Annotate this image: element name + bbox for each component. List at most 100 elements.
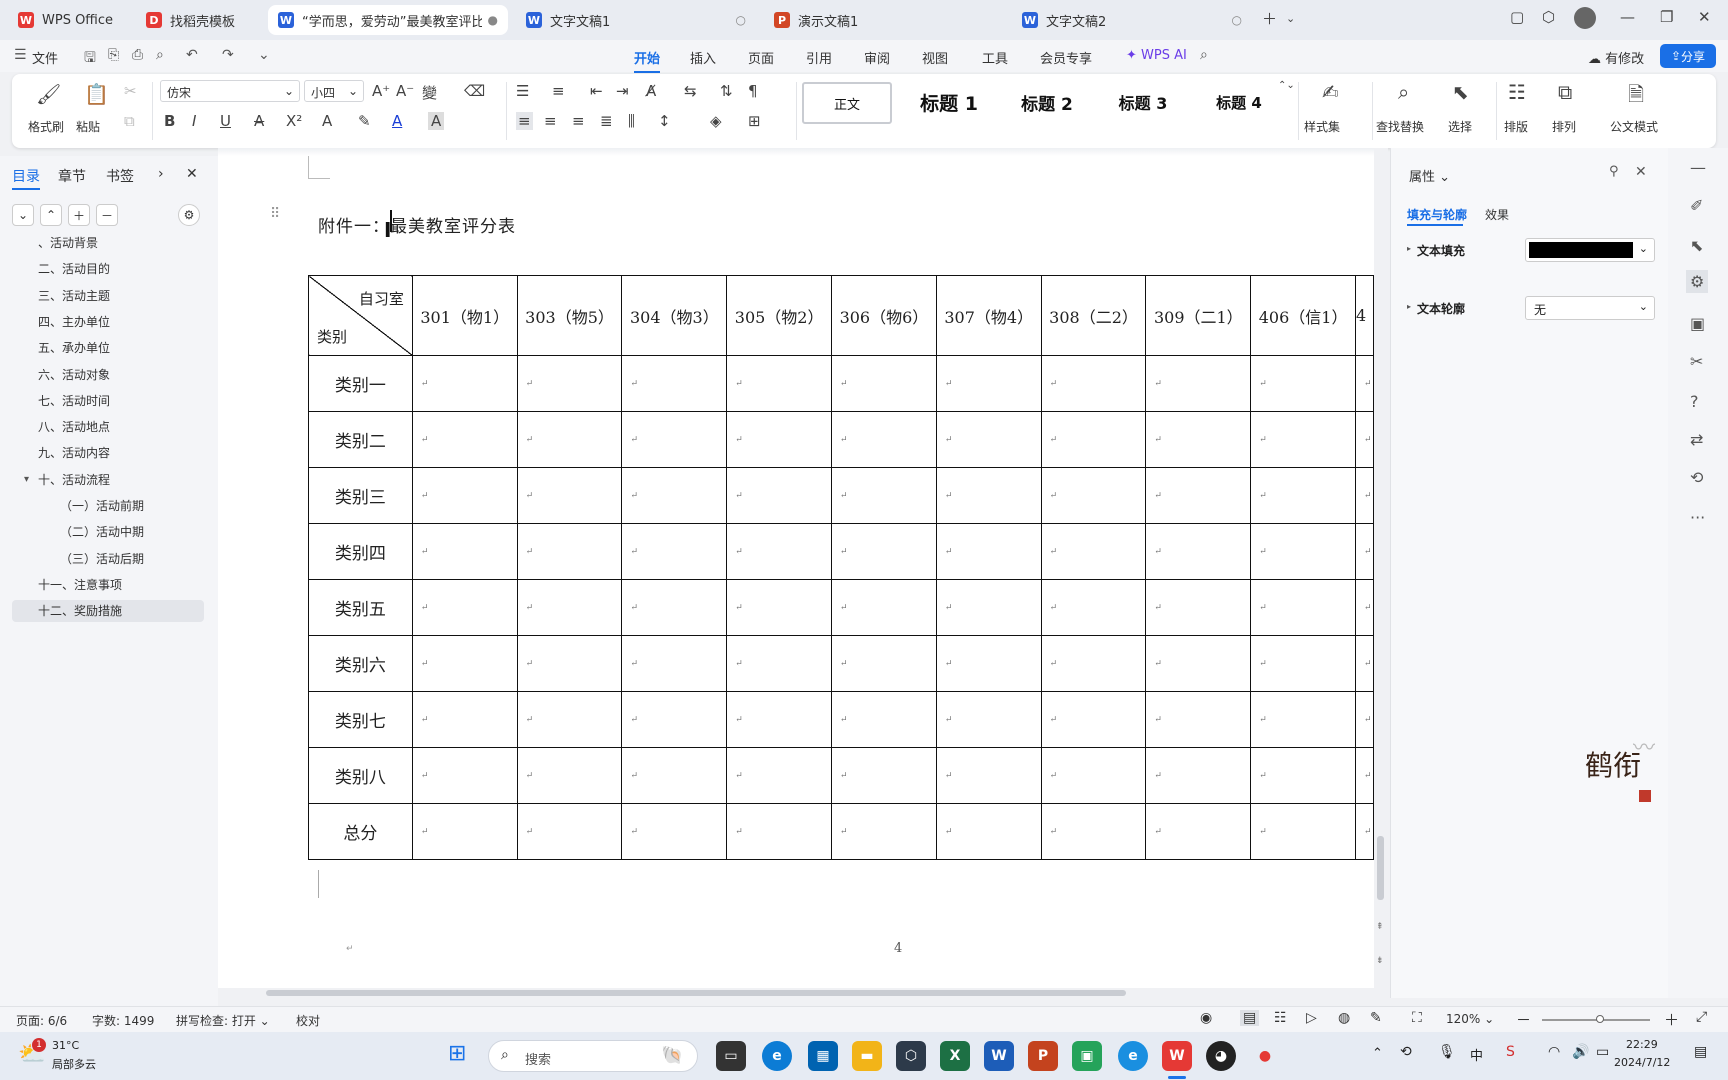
score-cell[interactable]: ↵: [621, 355, 728, 412]
row-header[interactable]: 类别三: [308, 467, 413, 524]
score-cell[interactable]: ↵: [1145, 803, 1252, 860]
score-cell[interactable]: ↵: [411, 523, 518, 580]
italic-icon[interactable]: I: [192, 112, 196, 130]
search-icon[interactable]: ⌕: [1200, 47, 1208, 63]
score-cell[interactable]: ↵: [1040, 691, 1147, 748]
superscript-icon[interactable]: X²: [286, 112, 302, 130]
score-cell[interactable]: ↵: [1040, 803, 1147, 860]
zoom-in-icon[interactable]: ＋: [1664, 1009, 1679, 1030]
score-cell[interactable]: ↵: [1250, 523, 1357, 580]
score-cell[interactable]: ↵: [411, 635, 518, 692]
text-direction-icon[interactable]: ⇆: [684, 82, 697, 100]
zoom-slider-thumb[interactable]: [1596, 1015, 1604, 1023]
tab-presentation-1[interactable]: P 演示文稿1: [764, 5, 1004, 35]
style-heading-3[interactable]: 标题 3: [1098, 80, 1188, 124]
proofread-button[interactable]: 校对: [296, 1012, 320, 1029]
score-cell[interactable]: ↵: [935, 579, 1042, 636]
score-cell[interactable]: ↵: [516, 579, 623, 636]
layout-icon[interactable]: ☷: [1508, 80, 1526, 104]
add-heading-button[interactable]: ＋: [68, 204, 90, 226]
increase-font-icon[interactable]: A⁺: [372, 82, 390, 100]
score-cell[interactable]: ↵: [1250, 355, 1357, 412]
layout-button[interactable]: 排版: [1504, 118, 1528, 135]
score-cell[interactable]: ↵: [831, 691, 937, 748]
task-view-icon[interactable]: ▭: [716, 1041, 746, 1071]
row-header[interactable]: 类别四: [308, 523, 413, 580]
score-cell[interactable]: ↵: [411, 467, 518, 524]
spell-check-toggle[interactable]: 拼写检查: 打开 ⌄: [176, 1012, 270, 1029]
score-cell[interactable]: ↵: [831, 467, 937, 524]
column-header[interactable]: 307（物4）: [935, 275, 1042, 356]
column-header[interactable]: 406（信1）: [1250, 275, 1357, 356]
menu-insert[interactable]: 插入: [690, 48, 716, 67]
ime-indicator[interactable]: 中: [1470, 1045, 1483, 1064]
export-icon[interactable]: ⎘: [108, 47, 119, 63]
find-icon[interactable]: ⌕: [1398, 80, 1409, 104]
font-size-select[interactable]: 小四 ⌄: [304, 80, 364, 102]
style-set-button[interactable]: 样式集: [1304, 118, 1340, 135]
score-cell[interactable]: ↵: [411, 691, 518, 748]
score-cell[interactable]: ↵: [621, 411, 728, 468]
menu-review[interactable]: 审阅: [864, 48, 890, 67]
char-shading-icon[interactable]: A: [428, 112, 445, 130]
score-cell[interactable]: ↵: [726, 747, 833, 804]
zoom-select[interactable]: 120% ⌄: [1446, 1012, 1494, 1026]
score-cell[interactable]: ↵: [935, 803, 1042, 860]
score-cell[interactable]: ↵: [1040, 579, 1147, 636]
drag-handle-icon[interactable]: ⠿: [270, 206, 280, 222]
nav-tab-bookmarks[interactable]: 书签: [106, 166, 134, 186]
clock-time[interactable]: 22:29: [1626, 1038, 1658, 1051]
row-header[interactable]: 类别七: [308, 691, 413, 748]
font-color-icon[interactable]: A: [392, 112, 402, 130]
nav-tab-chapters[interactable]: 章节: [58, 166, 86, 186]
strikethrough-icon[interactable]: A: [254, 112, 264, 130]
official-doc-button[interactable]: 公文模式: [1610, 118, 1658, 135]
wps-ai-button[interactable]: ✦ WPS AI: [1126, 48, 1187, 63]
tab-current-document[interactable]: W “学而思，爱劳动”最美教室评比 ●: [268, 5, 508, 35]
score-cell[interactable]: ↵: [935, 635, 1042, 692]
eye-icon[interactable]: ◉: [1200, 1010, 1212, 1026]
web-view-icon[interactable]: ◍: [1338, 1010, 1350, 1026]
score-cell[interactable]: ↵: [621, 467, 728, 524]
toc-item[interactable]: ▾ 十、活动流程: [12, 469, 204, 491]
toc-item[interactable]: 五、承办单位: [12, 337, 204, 359]
vertical-scrollbar[interactable]: ⇞ ⇟: [1374, 148, 1388, 988]
score-cell[interactable]: ↵: [1250, 803, 1357, 860]
pen-mode-icon[interactable]: ✎: [1370, 1010, 1382, 1026]
green-app-icon[interactable]: ▣: [1072, 1041, 1102, 1071]
score-cell[interactable]: ↵: [935, 467, 1042, 524]
cursor-icon[interactable]: ⬉: [1690, 236, 1703, 255]
score-cell[interactable]: ↵: [1145, 523, 1252, 580]
microphone-icon[interactable]: 🎙: [1438, 1044, 1456, 1060]
score-cell[interactable]: ↵: [1145, 355, 1252, 412]
attachment-heading[interactable]: 附件一：最美教室评分表: [318, 212, 516, 237]
menu-page[interactable]: 页面: [748, 48, 774, 67]
word-icon[interactable]: W: [984, 1041, 1014, 1071]
document-area[interactable]: ⠿ 附件一：最美教室评分表 I 自习室 类别 301（物1） 303（物5） 304（物…: [218, 148, 1374, 998]
score-cell[interactable]: ↵: [935, 411, 1042, 468]
input-method-icon[interactable]: S: [1506, 1044, 1515, 1060]
outline-view-icon[interactable]: ☷: [1274, 1010, 1287, 1026]
score-cell[interactable]: ↵: [1355, 467, 1374, 524]
minimize-icon[interactable]: —: [1620, 8, 1635, 26]
window-layout-icon[interactable]: ▢: [1510, 8, 1524, 26]
backup-icon[interactable]: ⟲: [1690, 468, 1703, 487]
fit-page-icon[interactable]: ⛶: [1412, 1010, 1422, 1026]
play-icon[interactable]: ▷: [1306, 1010, 1317, 1026]
chevron-right-icon[interactable]: ›: [158, 166, 164, 182]
windows-start-icon[interactable]: ⊞: [448, 1041, 466, 1066]
score-cell[interactable]: ↵: [516, 411, 623, 468]
close-icon[interactable]: ○: [736, 13, 746, 27]
styles-scroll-icon[interactable]: ⌃⌄: [1278, 80, 1295, 91]
word-count[interactable]: 字数: 1499: [92, 1012, 154, 1029]
file-menu[interactable]: 文件: [32, 48, 58, 67]
score-cell[interactable]: ↵: [1145, 467, 1252, 524]
column-header[interactable]: 4: [1355, 275, 1374, 356]
battery-icon[interactable]: ▭: [1596, 1044, 1609, 1060]
line-spacing-icon[interactable]: ↕: [658, 112, 671, 130]
select-button[interactable]: 选择: [1448, 118, 1472, 135]
score-cell[interactable]: ↵: [831, 579, 937, 636]
toc-item[interactable]: （三）活动后期: [12, 548, 204, 570]
score-cell[interactable]: ↵: [831, 635, 937, 692]
score-cell[interactable]: ↵: [621, 803, 728, 860]
